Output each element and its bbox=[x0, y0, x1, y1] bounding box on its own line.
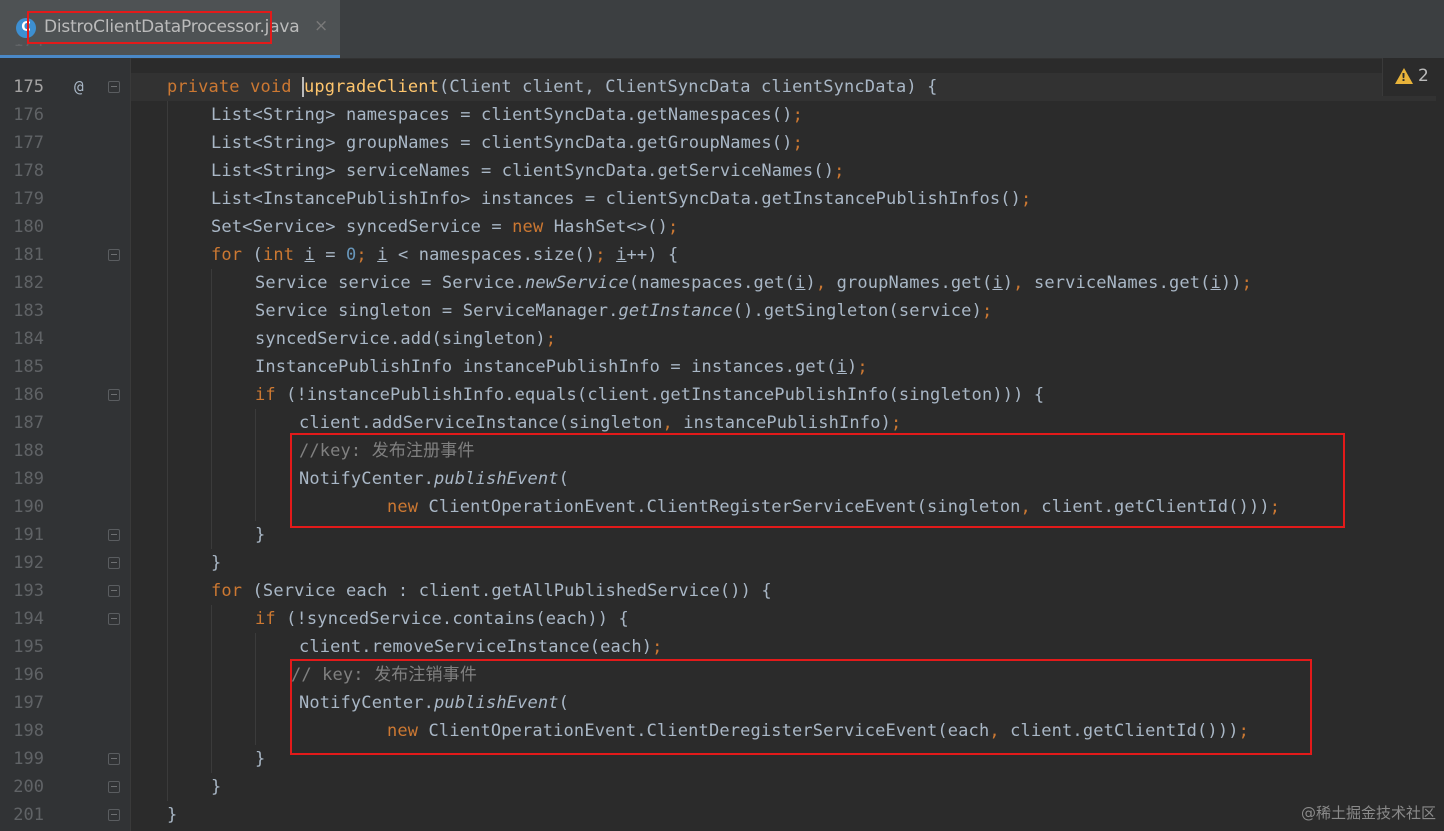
fold-icon[interactable] bbox=[108, 613, 120, 625]
line-number: 183 bbox=[13, 301, 44, 321]
fold-icon[interactable] bbox=[108, 529, 120, 541]
line-number: 187 bbox=[13, 413, 44, 433]
line-number-partial: 174 bbox=[0, 44, 44, 58]
indent-guide bbox=[211, 605, 212, 773]
code-line: } bbox=[211, 777, 222, 797]
close-icon[interactable]: × bbox=[314, 16, 328, 36]
indent-guide bbox=[211, 269, 212, 549]
line-number: 195 bbox=[13, 637, 44, 657]
fold-icon[interactable] bbox=[108, 809, 120, 821]
line-number: 191 bbox=[13, 525, 44, 545]
code-line: if (!syncedService.contains(each)) { bbox=[255, 609, 629, 629]
line-number: 178 bbox=[13, 161, 44, 181]
inspection-widget[interactable]: ! 2 bbox=[1382, 58, 1444, 96]
line-number: 188 bbox=[13, 441, 44, 461]
fold-icon[interactable] bbox=[108, 585, 120, 597]
line-number: 189 bbox=[13, 469, 44, 489]
line-number: 193 bbox=[13, 581, 44, 601]
fold-icon[interactable] bbox=[108, 389, 120, 401]
code-line: } bbox=[255, 525, 266, 545]
override-marker-icon[interactable]: @ bbox=[74, 73, 84, 101]
code-line: List<String> serviceNames = clientSyncDa… bbox=[211, 161, 845, 181]
fold-icon[interactable] bbox=[108, 557, 120, 569]
code-line: for (int i = 0; i < namespaces.size(); i… bbox=[211, 245, 679, 265]
line-number: 181 bbox=[13, 245, 44, 265]
line-number: 182 bbox=[13, 273, 44, 293]
code-line: private void upgradeClient(Client client… bbox=[167, 77, 938, 97]
code-line: syncedService.add(singleton); bbox=[255, 329, 557, 349]
line-number: 198 bbox=[13, 721, 44, 741]
indent-guide bbox=[167, 101, 168, 801]
warning-triangle-icon: ! bbox=[1395, 68, 1413, 84]
line-number: 192 bbox=[13, 553, 44, 573]
fold-icon[interactable] bbox=[108, 81, 120, 93]
code-line: client.removeServiceInstance(each); bbox=[299, 637, 663, 657]
tab-highlight-box bbox=[27, 11, 272, 44]
code-line: Set<Service> syncedService = new HashSet… bbox=[211, 217, 679, 237]
editor-scrollbar[interactable] bbox=[1436, 96, 1444, 831]
editor-tab-bar: C DistroClientDataProcessor.java × bbox=[0, 0, 1444, 59]
code-line: List<InstancePublishInfo> instances = cl… bbox=[211, 189, 1032, 209]
line-number: 190 bbox=[13, 497, 44, 517]
register-event-highlight-box bbox=[290, 433, 1345, 528]
fold-icon[interactable] bbox=[108, 249, 120, 261]
line-number: 180 bbox=[13, 217, 44, 237]
line-number: 197 bbox=[13, 693, 44, 713]
fold-icon[interactable] bbox=[108, 781, 120, 793]
deregister-event-highlight-box bbox=[290, 659, 1312, 755]
code-line: List<String> groupNames = clientSyncData… bbox=[211, 133, 803, 153]
code-line: List<String> namespaces = clientSyncData… bbox=[211, 105, 803, 125]
line-number: 196 bbox=[13, 665, 44, 685]
line-number: 179 bbox=[13, 189, 44, 209]
code-line: Service singleton = ServiceManager.getIn… bbox=[255, 301, 993, 321]
line-number: 185 bbox=[13, 357, 44, 377]
code-line: } bbox=[211, 553, 222, 573]
line-number: 175 bbox=[13, 77, 44, 97]
indent-guide bbox=[255, 633, 256, 745]
line-number: 184 bbox=[13, 329, 44, 349]
line-number: 176 bbox=[13, 105, 44, 125]
line-number: 186 bbox=[13, 385, 44, 405]
line-number: 199 bbox=[13, 749, 44, 769]
code-line: Service service = Service.newService(nam… bbox=[255, 273, 1253, 293]
code-line: } bbox=[255, 749, 266, 769]
code-line: InstancePublishInfo instancePublishInfo … bbox=[255, 357, 868, 377]
line-number: 194 bbox=[13, 609, 44, 629]
warning-count: 2 bbox=[1418, 66, 1429, 86]
line-number: 200 bbox=[13, 777, 44, 797]
watermark: @稀土掘金技术社区 bbox=[1300, 804, 1436, 822]
fold-icon[interactable] bbox=[108, 753, 120, 765]
code-line: for (Service each : client.getAllPublish… bbox=[211, 581, 772, 601]
line-number: 201 bbox=[13, 805, 44, 825]
gutter-separator bbox=[130, 58, 131, 831]
code-line: } bbox=[167, 805, 178, 825]
indent-guide bbox=[255, 409, 256, 521]
code-line: if (!instancePublishInfo.equals(client.g… bbox=[255, 385, 1045, 405]
line-number: 177 bbox=[13, 133, 44, 153]
